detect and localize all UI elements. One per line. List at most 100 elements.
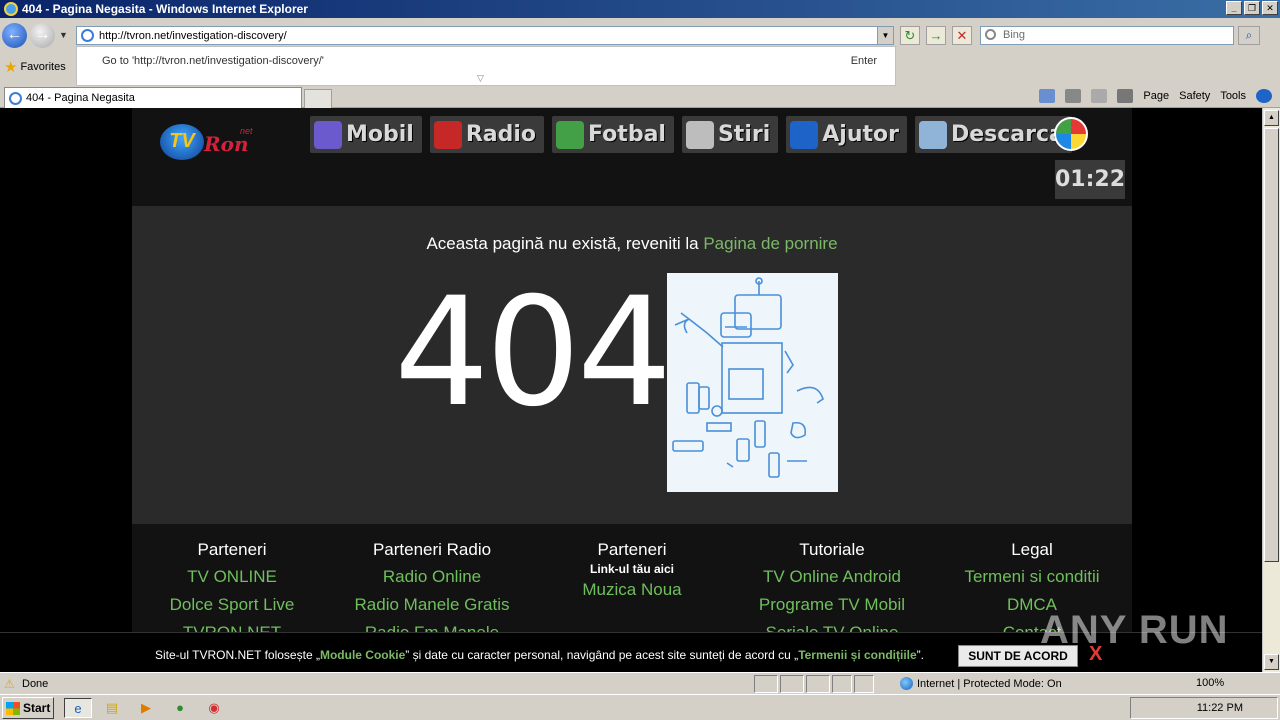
new-tab-button[interactable] <box>304 89 332 108</box>
home-page-link[interactable]: Pagina de pornire <box>703 234 837 253</box>
vertical-scrollbar[interactable]: ▲ ▼ <box>1262 108 1280 672</box>
start-button[interactable]: Start <box>2 697 54 719</box>
taskbar: Start e ▤ ▶ ● ◉ 11:22 PM <box>0 694 1280 720</box>
footer-link[interactable]: TV Online Android <box>732 567 932 587</box>
mail-icon[interactable] <box>1091 89 1108 103</box>
command-bar: Page Safety Tools <box>1039 86 1272 106</box>
tab-title: 404 - Pagina Negasita <box>26 92 135 104</box>
search-input[interactable]: Bing <box>980 26 1234 45</box>
scroll-down-button[interactable]: ▼ <box>1264 654 1279 670</box>
status-bar: ⚠ Done Internet | Protected Mode: On 100… <box>0 672 1280 694</box>
error-content: Aceasta pagină nu există, reveniti la Pa… <box>132 206 1132 524</box>
error-message: Aceasta pagină nu există, reveniti la Pa… <box>132 234 1132 254</box>
robot-sketch-icon <box>672 277 824 478</box>
status-segment <box>780 675 804 693</box>
home-icon[interactable] <box>1039 89 1056 103</box>
star-icon: ★ <box>4 59 18 76</box>
address-autocomplete: Go to 'http://tvron.net/investigation-di… <box>76 46 896 86</box>
security-zone[interactable]: Internet | Protected Mode: On <box>900 677 1062 690</box>
maximize-button[interactable]: ❐ <box>1244 1 1260 15</box>
site-container: TV Ron net Mobil Radio Fotbal Stiri Ajutor De… <box>132 108 1132 672</box>
cookie-text-1: Site-ul TVRON.NET folosește „ <box>155 648 320 662</box>
broken-robot-image <box>667 273 838 492</box>
close-button[interactable]: ✕ <box>1262 1 1278 15</box>
footer-column-title: Parteneri <box>197 540 267 559</box>
warning-icon: ⚠ <box>4 677 15 691</box>
cookie-modules-link[interactable]: Module Cookie <box>320 648 405 662</box>
menu-item-descarca[interactable]: Descarca <box>914 116 1072 153</box>
footer-link[interactable]: Radio Manele Gratis <box>332 595 532 615</box>
page-menu[interactable]: Page <box>1143 90 1169 102</box>
help-icon[interactable] <box>1256 89 1272 103</box>
status-segment <box>806 675 830 693</box>
menu-item-label: Mobil <box>346 122 414 147</box>
footer-link[interactable]: Muzica Noua <box>532 580 732 600</box>
footer-link[interactable]: Dolce Sport Live <box>132 595 332 615</box>
logo-net: net <box>240 126 253 136</box>
start-label: Start <box>23 701 51 715</box>
address-bar[interactable]: http://tvron.net/investigation-discovery… <box>76 26 894 45</box>
footer-column-title: Parteneri <box>597 540 667 559</box>
cookie-terms-link[interactable]: Termenii și condițiile <box>798 648 916 662</box>
menu-item-label: Ajutor <box>822 122 899 147</box>
scroll-thumb[interactable] <box>1264 128 1279 562</box>
minimize-button[interactable]: _ <box>1226 1 1242 15</box>
autocomplete-goto[interactable]: Go to 'http://tvron.net/investigation-di… <box>102 55 324 67</box>
compatibility-view-button[interactable]: ↻ <box>900 26 920 45</box>
menu-item-radio[interactable]: Radio <box>429 116 545 153</box>
recent-pages-dropdown[interactable]: ▼ <box>59 30 68 40</box>
menu-item-label: Fotbal <box>588 122 666 147</box>
go-button[interactable]: → <box>926 26 946 45</box>
safety-menu[interactable]: Safety <box>1179 90 1210 102</box>
scroll-up-button[interactable]: ▲ <box>1264 110 1279 126</box>
beach-ball-icon[interactable] <box>1054 117 1088 151</box>
address-input[interactable]: http://tvron.net/investigation-discovery… <box>99 30 287 42</box>
ie-taskbar-icon[interactable]: e <box>64 698 92 718</box>
search-button[interactable]: ⌕ <box>1238 26 1260 45</box>
menu-item-fotbal[interactable]: Fotbal <box>552 116 674 153</box>
menu-item-label: Radio <box>465 122 537 147</box>
back-button[interactable]: ← <box>2 23 27 48</box>
status-text: Done <box>22 678 49 690</box>
site-clock: 01:22 <box>1055 160 1125 199</box>
favorites-button[interactable]: ★ Favorites <box>4 58 66 76</box>
zoom-level[interactable]: 100% <box>1196 677 1224 689</box>
antivirus-taskbar-icon[interactable]: ◉ <box>200 698 228 718</box>
tools-menu[interactable]: Tools <box>1220 90 1246 102</box>
stop-button[interactable]: ✕ <box>952 26 972 45</box>
chevron-down-icon[interactable]: ▽ <box>477 73 484 84</box>
footer-column-title: Tutoriale <box>799 540 865 559</box>
footer-link[interactable]: Radio Online <box>332 567 532 587</box>
page-viewport: TV Ron net Mobil Radio Fotbal Stiri Ajutor De… <box>0 108 1262 672</box>
anyrun-watermark: ANY RUN <box>1040 608 1229 652</box>
autocomplete-enter-hint: Enter <box>850 55 877 67</box>
page-favicon-icon <box>81 29 94 42</box>
cookie-text-3: ”. <box>916 648 925 662</box>
explorer-taskbar-icon[interactable]: ▤ <box>98 698 126 718</box>
menu-item-ajutor[interactable]: Ajutor <box>786 116 907 153</box>
footer-column: Parteneri Link-ul tău aici Muzica Noua <box>532 540 732 608</box>
search-placeholder: Bing <box>1003 29 1026 41</box>
main-menu: Mobil Radio Fotbal Stiri Ajutor Descarca <box>310 116 1072 154</box>
media-player-taskbar-icon[interactable]: ▶ <box>132 698 160 718</box>
footer-link[interactable]: Termeni si conditii <box>932 567 1132 587</box>
footer-link[interactable]: TV ONLINE <box>132 567 332 587</box>
print-icon[interactable] <box>1117 89 1134 103</box>
cookie-text-2: ” și date cu caracter personal, navigând… <box>405 648 799 662</box>
menu-item-stiri[interactable]: Stiri <box>681 116 779 153</box>
address-dropdown-button[interactable]: ▼ <box>877 27 893 44</box>
menu-item-mobil[interactable]: Mobil <box>310 116 422 153</box>
cookie-text: Site-ul TVRON.NET folosește „Module Cook… <box>155 648 924 662</box>
tab-404[interactable]: 404 - Pagina Negasita <box>4 87 302 108</box>
window-controls: _ ❐ ✕ <box>1226 1 1278 15</box>
phone-icon <box>314 120 342 149</box>
tray-clock[interactable]: 11:22 PM <box>1197 702 1243 714</box>
globe-icon <box>900 677 913 690</box>
chrome-taskbar-icon[interactable]: ● <box>166 698 194 718</box>
site-logo[interactable]: TV Ron net <box>156 118 266 168</box>
feeds-icon[interactable] <box>1065 89 1082 103</box>
footer-link[interactable]: Programe TV Mobil <box>732 595 932 615</box>
forward-button[interactable]: → <box>30 23 55 48</box>
tab-bar: 404 - Pagina Negasita Page Safety Tools <box>0 86 1280 108</box>
system-tray: 11:22 PM <box>1130 697 1278 719</box>
